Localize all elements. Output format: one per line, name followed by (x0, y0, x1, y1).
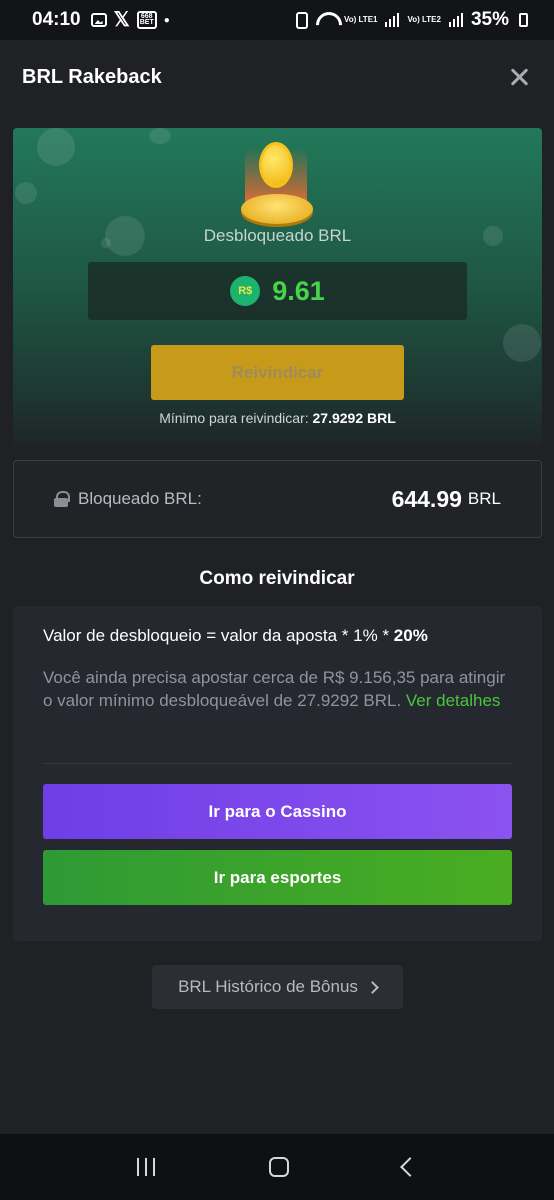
locked-amount: 644.99 (391, 485, 462, 512)
recents-icon[interactable] (137, 1158, 155, 1176)
wager-info: Você ainda precisa apostar cerca de R$ 9… (43, 666, 513, 712)
notification-icons: 𝕏 668 BET ● (90, 9, 170, 31)
battery-saver-icon (296, 11, 308, 29)
formula-percent: 20% (393, 626, 428, 645)
lock-icon (54, 491, 70, 507)
go-to-sports-button[interactable]: Ir para esportes (43, 850, 512, 905)
close-icon[interactable] (506, 64, 532, 90)
locked-label: Bloqueado BRL: (78, 489, 202, 508)
unlocked-amount-box: R$ 9.61 (88, 262, 467, 320)
unlock-formula: Valor de desbloqueio = valor da aposta *… (43, 626, 428, 646)
wifi-icon (316, 12, 336, 28)
bet-app-icon: 668 BET (136, 11, 157, 29)
x-app-icon: 𝕏 (113, 9, 130, 31)
locked-card: Bloqueado BRL: 644.99 BRL (13, 460, 542, 538)
bonus-history-button[interactable]: BRL Histórico de Bônus (152, 965, 403, 1009)
currency-badge-icon: R$ (230, 276, 261, 306)
gallery-icon (90, 13, 107, 27)
unlocked-label: Desbloqueado BRL (203, 226, 352, 245)
decor-bubble (37, 128, 75, 166)
formula-text: Valor de desbloqueio = valor da aposta *… (43, 626, 390, 645)
battery-icon (519, 13, 528, 27)
coin-icon (241, 142, 313, 224)
howto-title: Como reivindicar (199, 568, 355, 589)
unlocked-card: Desbloqueado BRL R$ 9.61 Reivindicar Mín… (13, 128, 542, 446)
min-claim-label: Mínimo para reivindicar: (159, 410, 309, 426)
modal-header: BRL Rakeback (0, 40, 554, 114)
system-icons: Vo) LTE1 Vo) LTE2 35% (296, 9, 528, 31)
decor-bubble (15, 182, 37, 204)
signal1-icon (385, 13, 400, 27)
go-to-casino-button[interactable]: Ir para o Cassino (43, 784, 512, 839)
howto-card: Valor de desbloqueio = valor da aposta *… (13, 606, 542, 941)
locked-unit: BRL (467, 489, 501, 508)
rakeback-panel: Desbloqueado BRL R$ 9.61 Reivindicar Mín… (0, 114, 554, 1134)
lte1-label: Vo) LTE1 (344, 15, 378, 24)
unlocked-amount: 9.61 (272, 275, 325, 306)
status-bar: 04:10 𝕏 668 BET ● Vo) LTE1 Vo) LTE2 35% (0, 0, 554, 40)
lte2-label: Vo) LTE2 (407, 15, 441, 24)
home-icon[interactable] (269, 1157, 289, 1177)
decor-bubble (503, 324, 541, 362)
divider (43, 763, 512, 764)
claim-button[interactable]: Reivindicar (151, 345, 404, 400)
signal2-icon (448, 13, 463, 27)
bonus-history-label: BRL Histórico de Bônus (178, 977, 358, 996)
battery-percent: 35% (470, 9, 509, 30)
page-title: BRL Rakeback (22, 65, 162, 88)
chevron-right-icon (366, 980, 379, 994)
back-icon[interactable] (400, 1157, 420, 1177)
android-nav-bar (0, 1134, 554, 1200)
min-claim-text: Mínimo para reivindicar: 27.9292 BRL (13, 410, 542, 426)
status-time: 04:10 (32, 9, 81, 30)
decor-bubble (149, 128, 171, 144)
more-notifications-icon: ● (163, 14, 170, 26)
details-link[interactable]: Ver detalhes (406, 691, 501, 710)
min-claim-value: 27.9292 BRL (312, 410, 396, 426)
